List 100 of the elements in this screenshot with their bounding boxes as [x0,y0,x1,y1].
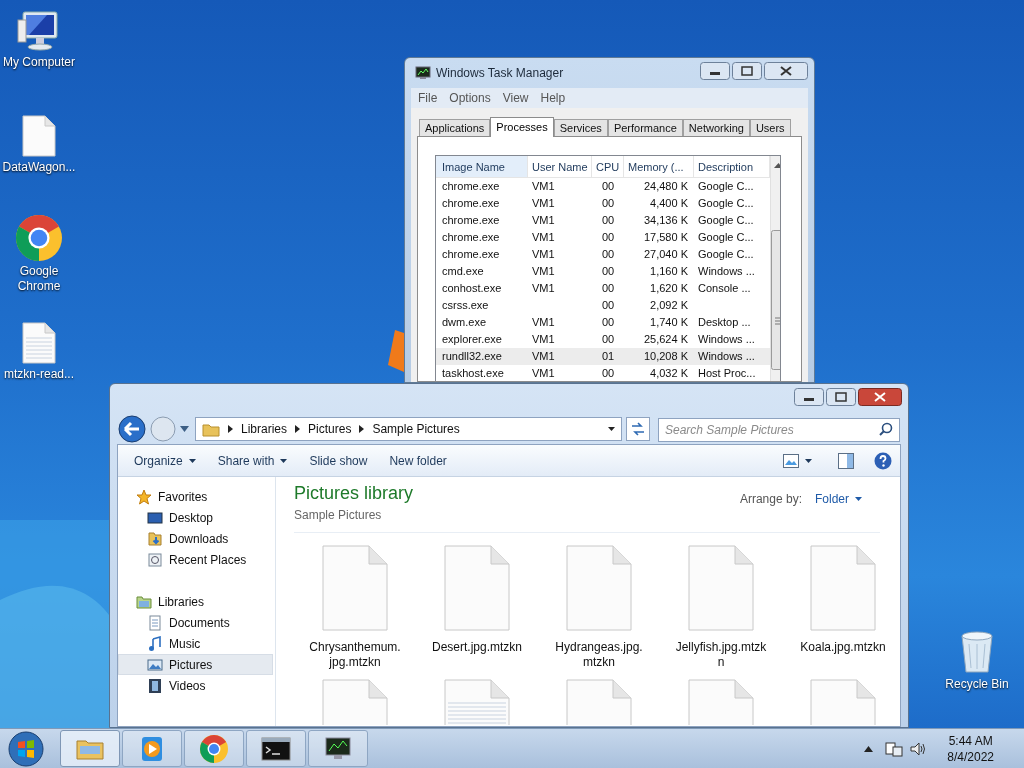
table-cell: VM1 [532,333,555,345]
column-header[interactable]: Memory (... [624,156,694,177]
table-cell: VM1 [532,180,555,192]
preview-pane-icon[interactable] [838,452,854,469]
selected-row[interactable]: rundll32.exe VM1 01 10,208 K Windows ... [436,348,770,365]
file-icon [322,545,388,631]
breadcrumb-item[interactable]: Sample Pictures [372,420,460,438]
table-cell: VM1 [532,316,555,328]
menu-item[interactable]: View [497,89,534,107]
close-button[interactable] [858,388,902,406]
table-cell: csrss.exe [442,299,489,311]
nav-item[interactable]: Libraries [158,592,205,611]
desktop-icon-label[interactable]: Recycle Bin [943,677,1011,692]
desktop-icon-label[interactable]: Google Chrome [0,264,78,294]
refresh-button[interactable] [626,417,650,441]
table-cell: 10,208 K [643,350,688,362]
history-dropdown-icon[interactable] [180,426,189,432]
help-icon[interactable] [874,451,892,470]
tab[interactable]: Processes [490,117,554,137]
toolbar-button[interactable]: Share with [209,448,296,473]
nav-item[interactable]: Music [169,634,201,653]
toolbar-button[interactable]: New folder [381,448,455,473]
address-bar[interactable]: Libraries Pictures Sample Pictures [195,417,622,441]
table-cell: explorer.exe [442,333,502,345]
toolbar-button[interactable]: Organize [126,448,204,473]
maximize-button[interactable] [826,388,856,406]
table-cell: VM1 [532,350,555,362]
arrange-dropdown[interactable]: Folder [815,490,862,508]
nav-item[interactable]: Documents [169,613,230,632]
file-name[interactable]: Koala.jpg.mtzkn [800,640,886,655]
table-cell: chrome.exe [442,214,500,226]
tab[interactable]: Applications [419,119,491,136]
table-cell: Console ... [698,282,751,294]
table-cell: Google C... [698,231,754,243]
table-cell: 00 [601,333,615,345]
table-cell: Google C... [698,180,754,192]
table-cell: 00 [601,231,615,243]
caret-icon[interactable] [805,458,812,463]
show-hidden-icons-button[interactable] [864,745,874,752]
document-icon [22,115,56,157]
column-header[interactable]: Image Name [436,156,528,177]
desktop-icon-label[interactable]: mtzkn-read... [2,367,76,382]
table-cell: VM1 [532,367,555,379]
taskbar-button[interactable] [246,730,306,767]
computer-icon [17,8,61,52]
column-header[interactable]: User Name [528,156,592,177]
column-header[interactable]: CPU [592,156,624,177]
network-icon[interactable] [885,739,904,758]
table-cell: 25,624 K [643,333,688,345]
toolbar-button[interactable]: Slide show [301,448,376,473]
close-button[interactable] [764,62,808,80]
file-name[interactable]: Desert.jpg.mtzkn [432,640,522,655]
task-manager-icon [415,66,431,80]
tab[interactable]: Users [749,119,791,136]
breadcrumb-item[interactable]: Pictures [308,420,352,438]
nav-item[interactable]: Favorites [158,487,208,506]
library-subtitle: Sample Pictures [294,507,383,524]
table-cell: VM1 [532,248,555,260]
file-name[interactable]: Jellyfish.jpg.mtzk n [675,640,767,670]
file-name[interactable]: Hydrangeas.jpg. mtzkn [555,640,643,670]
view-icon[interactable] [783,453,799,468]
time-text: 5:44 AM [948,732,993,749]
nav-item[interactable]: Downloads [169,529,229,548]
menu-item[interactable]: File [413,89,443,107]
caret-icon [855,497,862,501]
nav-item[interactable]: Pictures [169,655,213,674]
desktop-icon-label[interactable]: DataWagon... [0,160,78,175]
file-icon [444,545,510,631]
table-cell: Google C... [698,214,754,226]
table-cell: 00 [601,367,615,379]
menu-item[interactable]: Options [444,89,496,107]
menu-item[interactable]: Help [535,89,571,107]
desktop-icon-label[interactable]: My Computer [1,55,77,70]
recent-places-icon [147,551,163,568]
taskbar-button[interactable] [308,730,368,767]
clock[interactable]: 5:44 AM 8/4/2022 [947,732,994,765]
table-cell: 2,092 K [650,299,688,311]
table-cell: 17,580 K [643,231,688,243]
table-cell: 00 [601,299,615,311]
table-cell: 00 [601,180,615,192]
minimize-button[interactable] [700,62,730,80]
back-button[interactable] [118,415,146,443]
maximize-button[interactable] [732,62,762,80]
nav-item[interactable]: Desktop [169,508,214,527]
tab[interactable]: Networking [682,119,750,136]
breadcrumb-item[interactable]: Libraries [241,420,288,438]
minimize-button[interactable] [794,388,824,406]
tab[interactable]: Performance [607,119,683,136]
selected-nav-item[interactable]: Pictures [118,654,273,675]
tab[interactable]: Services [553,119,608,136]
recycle-bin-icon [959,628,995,674]
nav-item[interactable]: Recent Places [169,550,247,569]
table-cell: VM1 [532,265,555,277]
downloads-folder-icon [147,530,163,547]
chrome-icon [200,734,228,763]
file-name[interactable]: Chrysanthemum. jpg.mtzkn [309,640,401,670]
start-button[interactable] [6,729,46,768]
search-field[interactable]: Search Sample Pictures [658,417,900,442]
nav-item[interactable]: Videos [169,676,206,695]
table-cell: 24,480 K [643,180,688,192]
